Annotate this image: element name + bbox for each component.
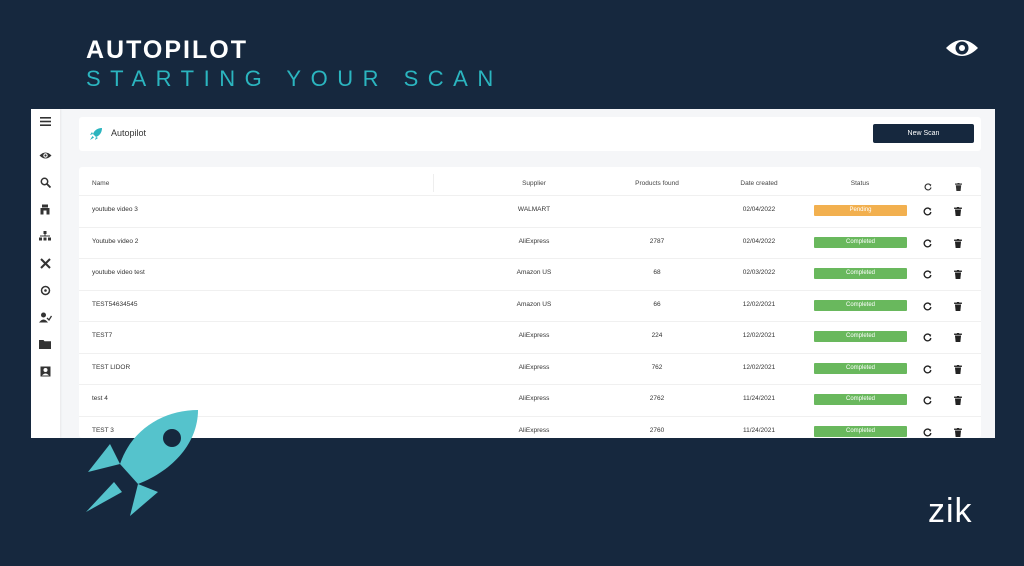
refresh-icon[interactable] [922,427,932,437]
sidebar [31,109,60,438]
user-check-icon[interactable] [38,310,52,324]
eye-icon[interactable] [38,148,52,162]
table-row[interactable]: Youtube video 2 AliExpress 2787 02/04/2022 C… [79,227,981,259]
overlay-title: AUTOPILOT [86,36,248,64]
folder-icon[interactable] [38,337,52,351]
refresh-icon[interactable] [922,332,932,342]
status-badge: Completed [814,426,907,437]
refresh-icon[interactable] [922,206,932,216]
refresh-icon[interactable] [922,364,932,374]
refresh-icon[interactable] [922,269,932,279]
new-scan-button[interactable]: New Scan [873,124,974,143]
refresh-icon[interactable] [922,301,932,311]
menu-icon[interactable] [38,114,52,128]
status-badge: Completed [814,237,907,248]
table-row[interactable]: TEST LIDOR AliExpress 762 12/02/2021 Complet… [79,353,981,385]
sitemap-icon[interactable] [38,229,52,243]
table-row[interactable]: youtube video 3 WALMART 02/04/2022 Pending [79,195,981,227]
cell-name: youtube video 3 [92,206,138,213]
page-title: Autopilot [111,128,147,138]
user-icon[interactable] [38,364,52,378]
page-header: Autopilot New Scan [79,117,981,151]
scans-table: Name Supplier Products found Date create… [79,167,981,438]
trash-icon[interactable] [953,332,963,342]
table-row[interactable]: TEST7 AliExpress 224 12/02/2021 Completed [79,321,981,353]
rocket-graphic [70,404,210,534]
status-badge: Pending [814,205,907,216]
eye-logo-icon [944,36,980,65]
brand-logo: zik [928,492,973,530]
rocket-icon [89,127,103,146]
search-icon[interactable] [38,175,52,189]
column-header-status[interactable]: Status [851,180,869,187]
status-badge: Completed [814,268,907,279]
cell-name: Youtube video 2 [92,238,139,245]
crosshair-icon[interactable] [38,283,52,297]
trash-icon[interactable] [953,206,963,216]
app-window: Autopilot New Scan Name Supplier Product… [31,109,995,438]
tools-icon[interactable] [38,256,52,270]
refresh-icon[interactable] [922,395,932,405]
refresh-all-icon[interactable] [924,178,932,196]
table-row[interactable]: TEST 3 AliExpress 2760 11/24/2021 Completed [79,416,981,438]
table-row[interactable]: youtube video test Amazon US 68 02/03/2022 C… [79,258,981,290]
table-row[interactable]: TEST54634545 Amazon US 66 12/02/2021 Complet… [79,290,981,322]
trash-icon[interactable] [953,269,963,279]
status-badge: Completed [814,300,907,311]
status-badge: Completed [814,394,907,405]
status-badge: Completed [814,331,907,342]
cell-name: TEST54634545 [92,301,138,308]
trash-icon[interactable] [953,427,963,437]
column-divider [433,174,434,192]
cell-name: youtube video test [92,269,145,276]
trash-icon[interactable] [953,301,963,311]
cell-name: test 4 [92,395,108,402]
overlay-subtitle: STARTING YOUR SCAN [86,66,503,91]
trash-icon[interactable] [953,364,963,374]
store-icon[interactable] [38,202,52,216]
column-header-name[interactable]: Name [92,180,109,187]
table-row[interactable]: test 4 AliExpress 2762 11/24/2021 Completed [79,384,981,416]
trash-icon[interactable] [953,395,963,405]
cell-name: TEST7 [92,332,113,339]
trash-icon[interactable] [953,238,963,248]
delete-all-icon[interactable] [955,178,962,196]
refresh-icon[interactable] [922,238,932,248]
cell-name: TEST LIDOR [92,364,131,371]
status-badge: Completed [814,363,907,374]
